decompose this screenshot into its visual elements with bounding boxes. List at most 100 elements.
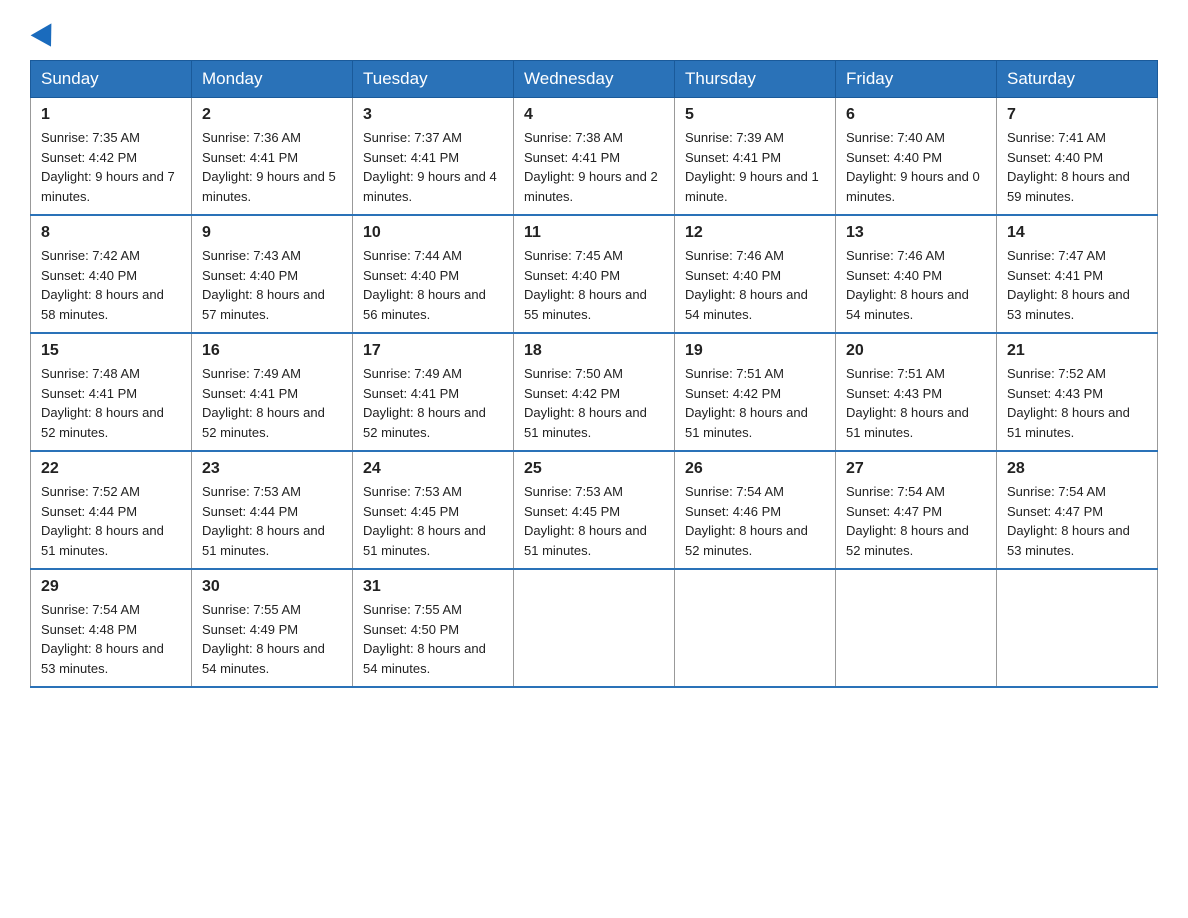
- day-info: Sunrise: 7:42 AM Sunset: 4:40 PM Dayligh…: [41, 246, 181, 324]
- day-info: Sunrise: 7:40 AM Sunset: 4:40 PM Dayligh…: [846, 128, 986, 206]
- week-row-2: 8 Sunrise: 7:42 AM Sunset: 4:40 PM Dayli…: [31, 215, 1158, 333]
- sunset-label: Sunset: 4:40 PM: [846, 150, 942, 165]
- day-info: Sunrise: 7:53 AM Sunset: 4:44 PM Dayligh…: [202, 482, 342, 560]
- daylight-label: Daylight: 8 hours and 52 minutes.: [685, 523, 808, 558]
- weekday-header-thursday: Thursday: [675, 61, 836, 98]
- sunset-label: Sunset: 4:44 PM: [202, 504, 298, 519]
- sunset-label: Sunset: 4:40 PM: [202, 268, 298, 283]
- day-number: 28: [1007, 460, 1147, 478]
- day-number: 11: [524, 224, 664, 242]
- day-number: 13: [846, 224, 986, 242]
- sunrise-label: Sunrise: 7:54 AM: [685, 484, 784, 499]
- calendar-cell: 28 Sunrise: 7:54 AM Sunset: 4:47 PM Dayl…: [997, 451, 1158, 569]
- daylight-label: Daylight: 8 hours and 51 minutes.: [41, 523, 164, 558]
- day-number: 10: [363, 224, 503, 242]
- sunrise-label: Sunrise: 7:36 AM: [202, 130, 301, 145]
- daylight-label: Daylight: 8 hours and 54 minutes.: [202, 641, 325, 676]
- daylight-label: Daylight: 8 hours and 51 minutes.: [1007, 405, 1130, 440]
- day-info: Sunrise: 7:55 AM Sunset: 4:50 PM Dayligh…: [363, 600, 503, 678]
- day-number: 24: [363, 460, 503, 478]
- daylight-label: Daylight: 8 hours and 51 minutes.: [524, 405, 647, 440]
- calendar-cell: 6 Sunrise: 7:40 AM Sunset: 4:40 PM Dayli…: [836, 98, 997, 216]
- logo-triangle-icon: [31, 23, 62, 52]
- daylight-label: Daylight: 9 hours and 1 minute.: [685, 169, 819, 204]
- sunset-label: Sunset: 4:41 PM: [41, 386, 137, 401]
- sunrise-label: Sunrise: 7:42 AM: [41, 248, 140, 263]
- sunset-label: Sunset: 4:40 PM: [685, 268, 781, 283]
- sunset-label: Sunset: 4:42 PM: [524, 386, 620, 401]
- daylight-label: Daylight: 8 hours and 54 minutes.: [846, 287, 969, 322]
- sunrise-label: Sunrise: 7:43 AM: [202, 248, 301, 263]
- daylight-label: Daylight: 8 hours and 53 minutes.: [1007, 287, 1130, 322]
- day-number: 16: [202, 342, 342, 360]
- day-info: Sunrise: 7:48 AM Sunset: 4:41 PM Dayligh…: [41, 364, 181, 442]
- daylight-label: Daylight: 8 hours and 54 minutes.: [685, 287, 808, 322]
- calendar-cell: 14 Sunrise: 7:47 AM Sunset: 4:41 PM Dayl…: [997, 215, 1158, 333]
- day-number: 2: [202, 106, 342, 124]
- sunrise-label: Sunrise: 7:52 AM: [41, 484, 140, 499]
- sunrise-label: Sunrise: 7:38 AM: [524, 130, 623, 145]
- sunset-label: Sunset: 4:42 PM: [685, 386, 781, 401]
- day-number: 4: [524, 106, 664, 124]
- sunrise-label: Sunrise: 7:54 AM: [41, 602, 140, 617]
- calendar-cell: 19 Sunrise: 7:51 AM Sunset: 4:42 PM Dayl…: [675, 333, 836, 451]
- day-number: 6: [846, 106, 986, 124]
- sunrise-label: Sunrise: 7:35 AM: [41, 130, 140, 145]
- day-info: Sunrise: 7:53 AM Sunset: 4:45 PM Dayligh…: [363, 482, 503, 560]
- calendar-cell: 16 Sunrise: 7:49 AM Sunset: 4:41 PM Dayl…: [192, 333, 353, 451]
- daylight-label: Daylight: 8 hours and 51 minutes.: [685, 405, 808, 440]
- calendar-cell: 3 Sunrise: 7:37 AM Sunset: 4:41 PM Dayli…: [353, 98, 514, 216]
- day-number: 20: [846, 342, 986, 360]
- daylight-label: Daylight: 8 hours and 52 minutes.: [202, 405, 325, 440]
- sunset-label: Sunset: 4:40 PM: [41, 268, 137, 283]
- sunrise-label: Sunrise: 7:50 AM: [524, 366, 623, 381]
- daylight-label: Daylight: 9 hours and 2 minutes.: [524, 169, 658, 204]
- weekday-header-wednesday: Wednesday: [514, 61, 675, 98]
- week-row-5: 29 Sunrise: 7:54 AM Sunset: 4:48 PM Dayl…: [31, 569, 1158, 687]
- sunrise-label: Sunrise: 7:46 AM: [685, 248, 784, 263]
- calendar-cell: 18 Sunrise: 7:50 AM Sunset: 4:42 PM Dayl…: [514, 333, 675, 451]
- calendar-cell: 7 Sunrise: 7:41 AM Sunset: 4:40 PM Dayli…: [997, 98, 1158, 216]
- sunrise-label: Sunrise: 7:51 AM: [846, 366, 945, 381]
- calendar-cell: 4 Sunrise: 7:38 AM Sunset: 4:41 PM Dayli…: [514, 98, 675, 216]
- day-info: Sunrise: 7:43 AM Sunset: 4:40 PM Dayligh…: [202, 246, 342, 324]
- day-number: 15: [41, 342, 181, 360]
- calendar-cell: 26 Sunrise: 7:54 AM Sunset: 4:46 PM Dayl…: [675, 451, 836, 569]
- day-info: Sunrise: 7:37 AM Sunset: 4:41 PM Dayligh…: [363, 128, 503, 206]
- day-info: Sunrise: 7:53 AM Sunset: 4:45 PM Dayligh…: [524, 482, 664, 560]
- sunset-label: Sunset: 4:40 PM: [363, 268, 459, 283]
- sunrise-label: Sunrise: 7:54 AM: [846, 484, 945, 499]
- sunset-label: Sunset: 4:43 PM: [1007, 386, 1103, 401]
- day-number: 26: [685, 460, 825, 478]
- day-number: 5: [685, 106, 825, 124]
- calendar-cell: 23 Sunrise: 7:53 AM Sunset: 4:44 PM Dayl…: [192, 451, 353, 569]
- sunrise-label: Sunrise: 7:48 AM: [41, 366, 140, 381]
- calendar-table: SundayMondayTuesdayWednesdayThursdayFrid…: [30, 60, 1158, 688]
- day-info: Sunrise: 7:44 AM Sunset: 4:40 PM Dayligh…: [363, 246, 503, 324]
- calendar-cell: 24 Sunrise: 7:53 AM Sunset: 4:45 PM Dayl…: [353, 451, 514, 569]
- sunrise-label: Sunrise: 7:40 AM: [846, 130, 945, 145]
- day-info: Sunrise: 7:46 AM Sunset: 4:40 PM Dayligh…: [685, 246, 825, 324]
- daylight-label: Daylight: 8 hours and 51 minutes.: [846, 405, 969, 440]
- day-info: Sunrise: 7:51 AM Sunset: 4:42 PM Dayligh…: [685, 364, 825, 442]
- day-number: 27: [846, 460, 986, 478]
- day-number: 23: [202, 460, 342, 478]
- weekday-header-friday: Friday: [836, 61, 997, 98]
- day-number: 14: [1007, 224, 1147, 242]
- sunset-label: Sunset: 4:40 PM: [846, 268, 942, 283]
- week-row-4: 22 Sunrise: 7:52 AM Sunset: 4:44 PM Dayl…: [31, 451, 1158, 569]
- calendar-cell: 25 Sunrise: 7:53 AM Sunset: 4:45 PM Dayl…: [514, 451, 675, 569]
- sunrise-label: Sunrise: 7:44 AM: [363, 248, 462, 263]
- calendar-cell: 15 Sunrise: 7:48 AM Sunset: 4:41 PM Dayl…: [31, 333, 192, 451]
- day-info: Sunrise: 7:49 AM Sunset: 4:41 PM Dayligh…: [202, 364, 342, 442]
- calendar-cell: 11 Sunrise: 7:45 AM Sunset: 4:40 PM Dayl…: [514, 215, 675, 333]
- day-info: Sunrise: 7:52 AM Sunset: 4:44 PM Dayligh…: [41, 482, 181, 560]
- calendar-cell: 9 Sunrise: 7:43 AM Sunset: 4:40 PM Dayli…: [192, 215, 353, 333]
- weekday-header-sunday: Sunday: [31, 61, 192, 98]
- day-info: Sunrise: 7:36 AM Sunset: 4:41 PM Dayligh…: [202, 128, 342, 206]
- sunrise-label: Sunrise: 7:41 AM: [1007, 130, 1106, 145]
- daylight-label: Daylight: 9 hours and 5 minutes.: [202, 169, 336, 204]
- calendar-cell: 10 Sunrise: 7:44 AM Sunset: 4:40 PM Dayl…: [353, 215, 514, 333]
- calendar-cell: 21 Sunrise: 7:52 AM Sunset: 4:43 PM Dayl…: [997, 333, 1158, 451]
- day-info: Sunrise: 7:39 AM Sunset: 4:41 PM Dayligh…: [685, 128, 825, 206]
